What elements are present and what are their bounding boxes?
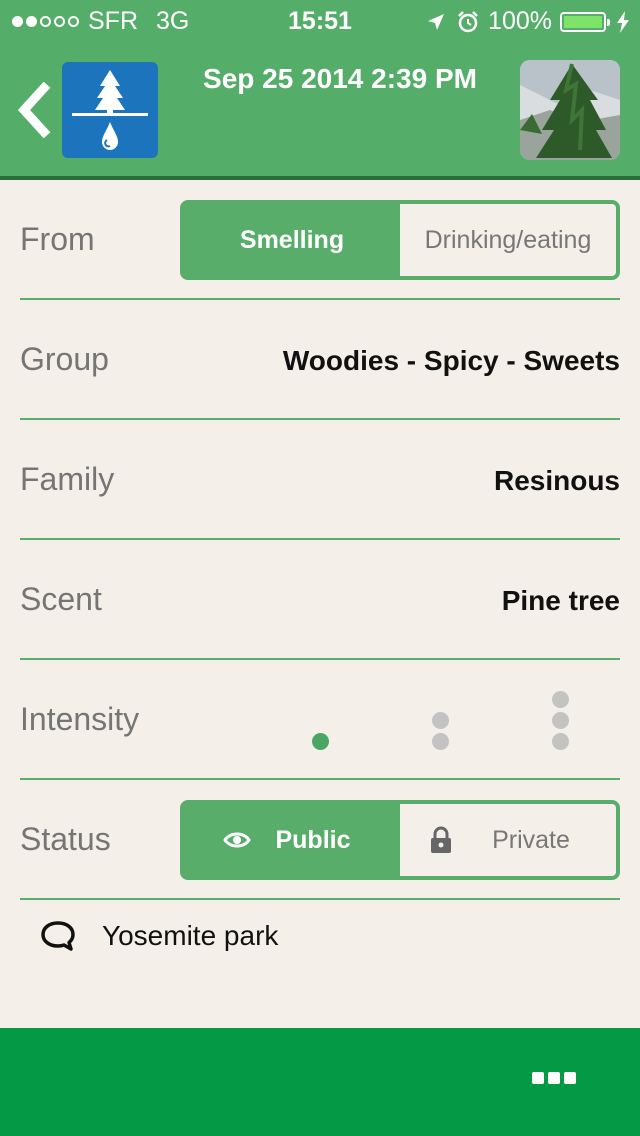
intensity-level-3-dot[interactable] <box>551 732 569 750</box>
comment-row[interactable]: Yosemite park <box>40 918 278 954</box>
from-segmented-control: Smelling Drinking/eating <box>180 200 620 280</box>
battery-fill <box>564 15 602 28</box>
app-logo <box>62 62 158 158</box>
family-value: Resinous <box>493 465 620 496</box>
intensity-level-3-dot[interactable] <box>551 711 569 729</box>
intensity-level-3-dot[interactable] <box>551 690 569 708</box>
public-label: Public <box>275 825 351 854</box>
speech-bubble-icon <box>41 921 75 951</box>
charging-bolt-icon <box>617 10 629 33</box>
more-dot <box>564 1072 576 1084</box>
photo-thumbnail[interactable] <box>520 60 620 160</box>
family-label: Family <box>20 461 115 497</box>
status-label: Status <box>20 821 111 857</box>
location-arrow-icon <box>428 13 445 30</box>
intensity-label: Intensity <box>20 701 140 737</box>
tree-drop-icon <box>72 70 148 150</box>
nav-header: SFR 3G 15:51 100% Sep 25 2014 2:39 PM <box>0 0 640 180</box>
private-option[interactable]: Private <box>400 804 616 876</box>
scent-row[interactable]: Scent Pine tree <box>20 540 620 660</box>
intensity-row: Intensity <box>20 660 620 780</box>
family-row[interactable]: Family Resinous <box>20 420 620 540</box>
more-dot <box>548 1072 560 1084</box>
smelling-option[interactable]: Smelling <box>184 204 400 276</box>
lock-icon <box>431 826 452 853</box>
public-option[interactable]: Public <box>184 804 400 876</box>
page-title: Sep 25 2014 2:39 PM <box>203 63 477 94</box>
status-right: 100% <box>426 7 630 36</box>
status-bar: SFR 3G 15:51 100% <box>0 0 640 40</box>
from-row: From Smelling Drinking/eating <box>20 180 620 300</box>
more-dot <box>532 1072 544 1084</box>
intensity-level-2-dot[interactable] <box>431 711 449 729</box>
private-label: Private <box>492 825 570 854</box>
bottom-toolbar <box>0 1028 640 1136</box>
drinking-eating-option[interactable]: Drinking/eating <box>400 204 616 276</box>
intensity-level-2-dot[interactable] <box>431 732 449 750</box>
intensity-level-1-dot[interactable] <box>311 732 329 750</box>
comment-text: Yosemite park <box>102 920 279 951</box>
scent-label: Scent <box>20 581 102 617</box>
pine-tree-photo <box>520 60 620 160</box>
battery-icon <box>560 11 610 32</box>
alarm-clock-icon <box>458 10 478 32</box>
from-label: From <box>20 221 95 257</box>
battery-percent: 100% <box>488 7 552 35</box>
back-button[interactable] <box>14 81 54 139</box>
chevron-left-icon <box>17 81 51 139</box>
group-label: Group <box>20 341 109 377</box>
group-row[interactable]: Group Woodies - Spicy - Sweets <box>20 300 620 420</box>
status-row: Status Public Private <box>20 780 620 900</box>
eye-icon <box>223 832 252 848</box>
scent-value: Pine tree <box>501 585 620 616</box>
status-segmented-control: Public Private <box>180 800 620 880</box>
group-value: Woodies - Spicy - Sweets <box>282 345 620 376</box>
more-button[interactable] <box>532 1072 576 1088</box>
